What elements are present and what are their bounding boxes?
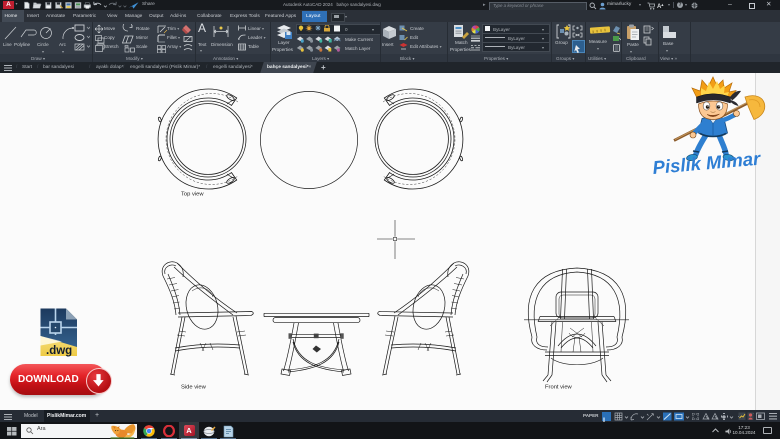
- svg-text:Front view: Front view: [545, 385, 573, 391]
- svg-text:Top view: Top view: [181, 192, 204, 198]
- svg-text:Pislik Mımar: Pislik Mımar: [652, 147, 763, 177]
- svg-text:.dwg: .dwg: [46, 345, 72, 357]
- svg-text:Side view: Side view: [181, 385, 207, 391]
